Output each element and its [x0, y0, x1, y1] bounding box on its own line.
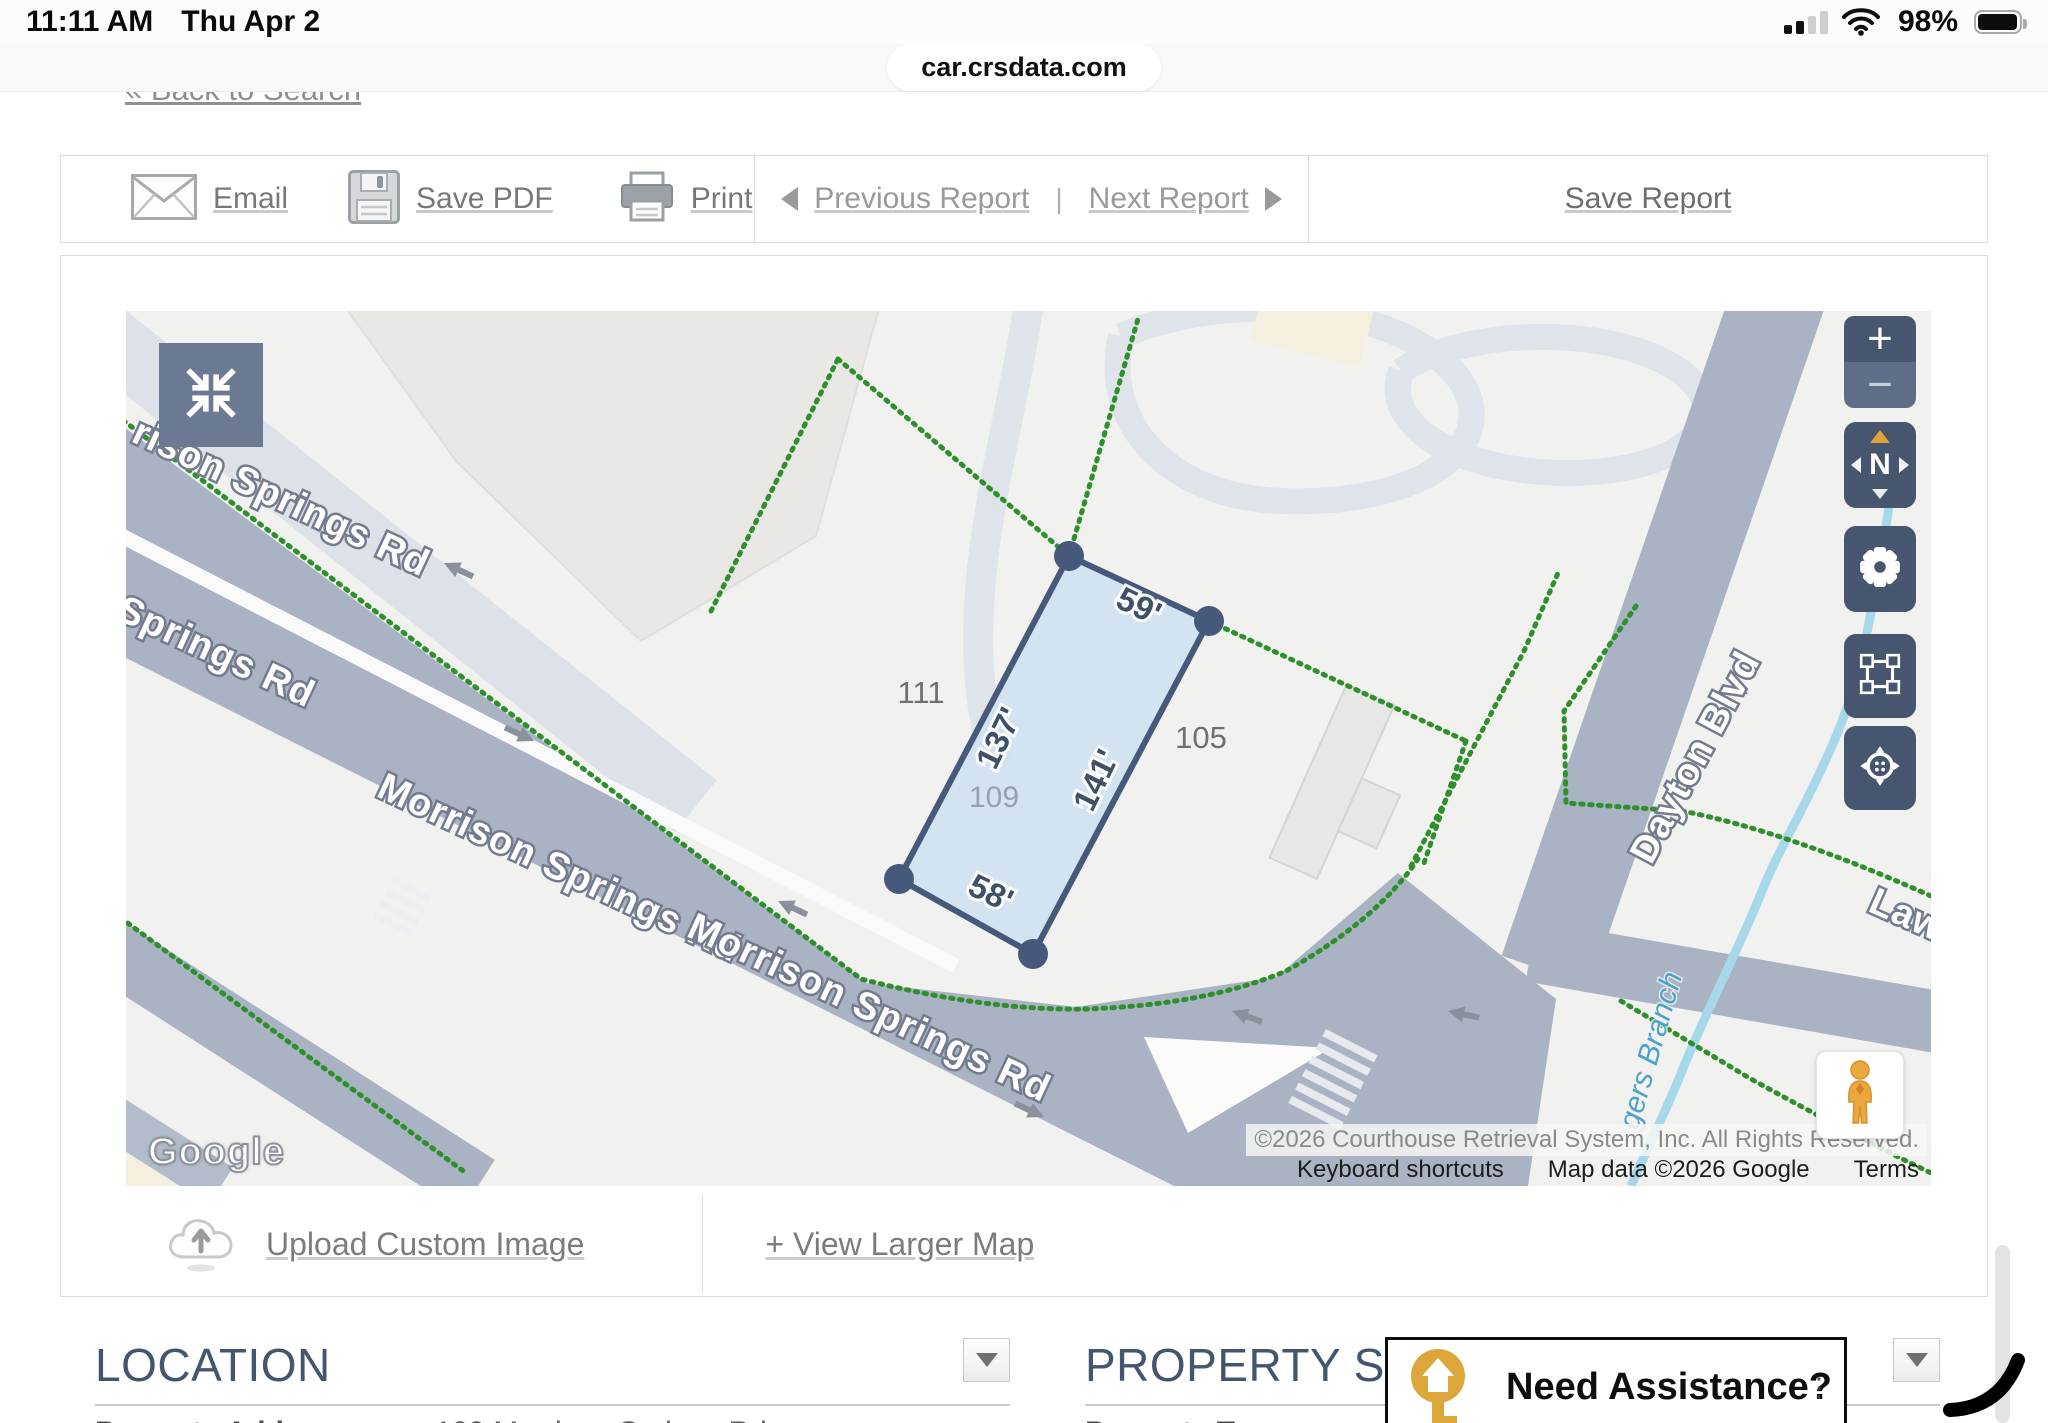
location-title: LOCATION	[95, 1338, 331, 1392]
google-logo: Google	[148, 1131, 285, 1174]
chevron-down-icon	[1906, 1353, 1928, 1367]
map-data-text: Map data ©2026 Google	[1548, 1156, 1810, 1184]
save-report-link[interactable]: Save Report	[1565, 182, 1732, 216]
gear-icon	[1857, 544, 1903, 595]
pegman-button[interactable]	[1816, 1051, 1904, 1139]
compass-west-arrow-icon	[1851, 457, 1861, 473]
map-attribution-row: Keyboard shortcuts Map data ©2026 Google…	[1289, 1154, 1927, 1186]
location-collapse-button[interactable]	[963, 1338, 1010, 1382]
collapse-map-button[interactable]	[159, 343, 263, 447]
next-arrow-icon	[1265, 187, 1282, 211]
print-label: Print	[691, 182, 753, 216]
view-larger-map-link[interactable]: + View Larger Map	[765, 1226, 1034, 1263]
property-type-label: Property Type	[1085, 1416, 1425, 1423]
parcel-number-109: 109	[969, 781, 1019, 814]
location-section: LOCATION Property Address 109 Morrison S…	[95, 1338, 1010, 1423]
property-address-value: 109 Morrison Springs Rd	[435, 1416, 767, 1423]
map-graphics: 59' 137' 141' 58' 111 105 109 rison Spri…	[126, 311, 1931, 1186]
wifi-icon	[1840, 4, 1882, 41]
map-canvas[interactable]: 59' 137' 141' 58' 111 105 109 rison Spri…	[126, 311, 1931, 1186]
save-pdf-label: Save PDF	[416, 182, 553, 216]
save-pdf-button[interactable]: Save PDF	[348, 170, 553, 229]
map-settings-button[interactable]	[1844, 526, 1916, 612]
report-toolbar: Email Save PDF	[60, 155, 1988, 243]
property-address-row: Property Address 109 Morrison Springs Rd	[95, 1416, 1010, 1423]
draw-selection-button[interactable]	[1844, 634, 1916, 718]
kebab-menu-icon: ⋮	[1806, 1372, 1832, 1403]
parcel-number-105: 105	[1175, 720, 1227, 755]
parcel-number-111: 111	[897, 675, 944, 710]
email-button[interactable]: Email	[131, 174, 288, 225]
terms-link[interactable]: Terms	[1854, 1156, 1919, 1184]
print-button[interactable]: Print	[619, 171, 753, 228]
date: Thu Apr 2	[181, 5, 320, 39]
actions-divider	[702, 1196, 703, 1292]
browser-url-bar: car.crsdata.com	[0, 44, 2048, 92]
compass-north-arrow-icon	[1870, 430, 1890, 443]
ipad-screen: 11:11 AM Thu Apr 2 98% car.crsdata.com	[0, 0, 2048, 1423]
property-address-label: Property Address	[95, 1416, 435, 1423]
need-assistance-label: Need Assistance?	[1506, 1366, 1832, 1409]
battery-percent: 98%	[1898, 5, 1958, 39]
status-bar: 11:11 AM Thu Apr 2 98%	[0, 0, 2048, 44]
battery-icon	[1974, 10, 2022, 34]
need-assistance-popup[interactable]: Need Assistance? ⋮	[1385, 1337, 1847, 1423]
compass-east-arrow-icon	[1899, 457, 1909, 473]
cellular-signal-icon	[1784, 10, 1828, 34]
compass-control[interactable]: N	[1844, 422, 1916, 508]
locate-button[interactable]	[1844, 726, 1916, 810]
upload-custom-image-label: Upload Custom Image	[266, 1226, 584, 1263]
upload-custom-image-button[interactable]: Upload Custom Image	[164, 1211, 584, 1278]
keyboard-shortcuts-link[interactable]: Keyboard shortcuts	[1297, 1156, 1504, 1184]
selection-box-icon	[1857, 651, 1903, 702]
email-label: Email	[213, 182, 288, 216]
cloud-upload-icon	[164, 1211, 240, 1278]
pegman-icon	[1838, 1059, 1882, 1132]
target-icon	[1857, 743, 1903, 794]
envelope-icon	[131, 174, 197, 225]
zoom-out-button[interactable]: −	[1844, 362, 1916, 408]
zoom-in-button[interactable]: +	[1844, 316, 1916, 362]
map-actions-row: Upload Custom Image + View Larger Map	[126, 1194, 1931, 1294]
clock: 11:11 AM	[26, 5, 153, 39]
report-body: 59' 137' 141' 58' 111 105 109 rison Spri…	[60, 255, 1988, 1297]
toolbar-separator: |	[1045, 183, 1072, 215]
collapse-arrows-icon	[182, 364, 240, 427]
compass-north-label: N	[1869, 448, 1891, 482]
previous-arrow-icon	[781, 187, 798, 211]
next-report-link[interactable]: Next Report	[1089, 182, 1249, 216]
printer-icon	[619, 171, 675, 228]
chat-loader-arc	[1928, 1338, 2048, 1423]
compass-south-arrow-icon	[1872, 489, 1888, 499]
map-controls: + − N	[1844, 316, 1916, 810]
floppy-disk-icon	[348, 170, 400, 229]
address-pill[interactable]: car.crsdata.com	[887, 44, 1161, 91]
key-icon	[1406, 1346, 1470, 1423]
previous-report-link[interactable]: Previous Report	[814, 182, 1029, 216]
chevron-down-icon	[976, 1353, 998, 1367]
